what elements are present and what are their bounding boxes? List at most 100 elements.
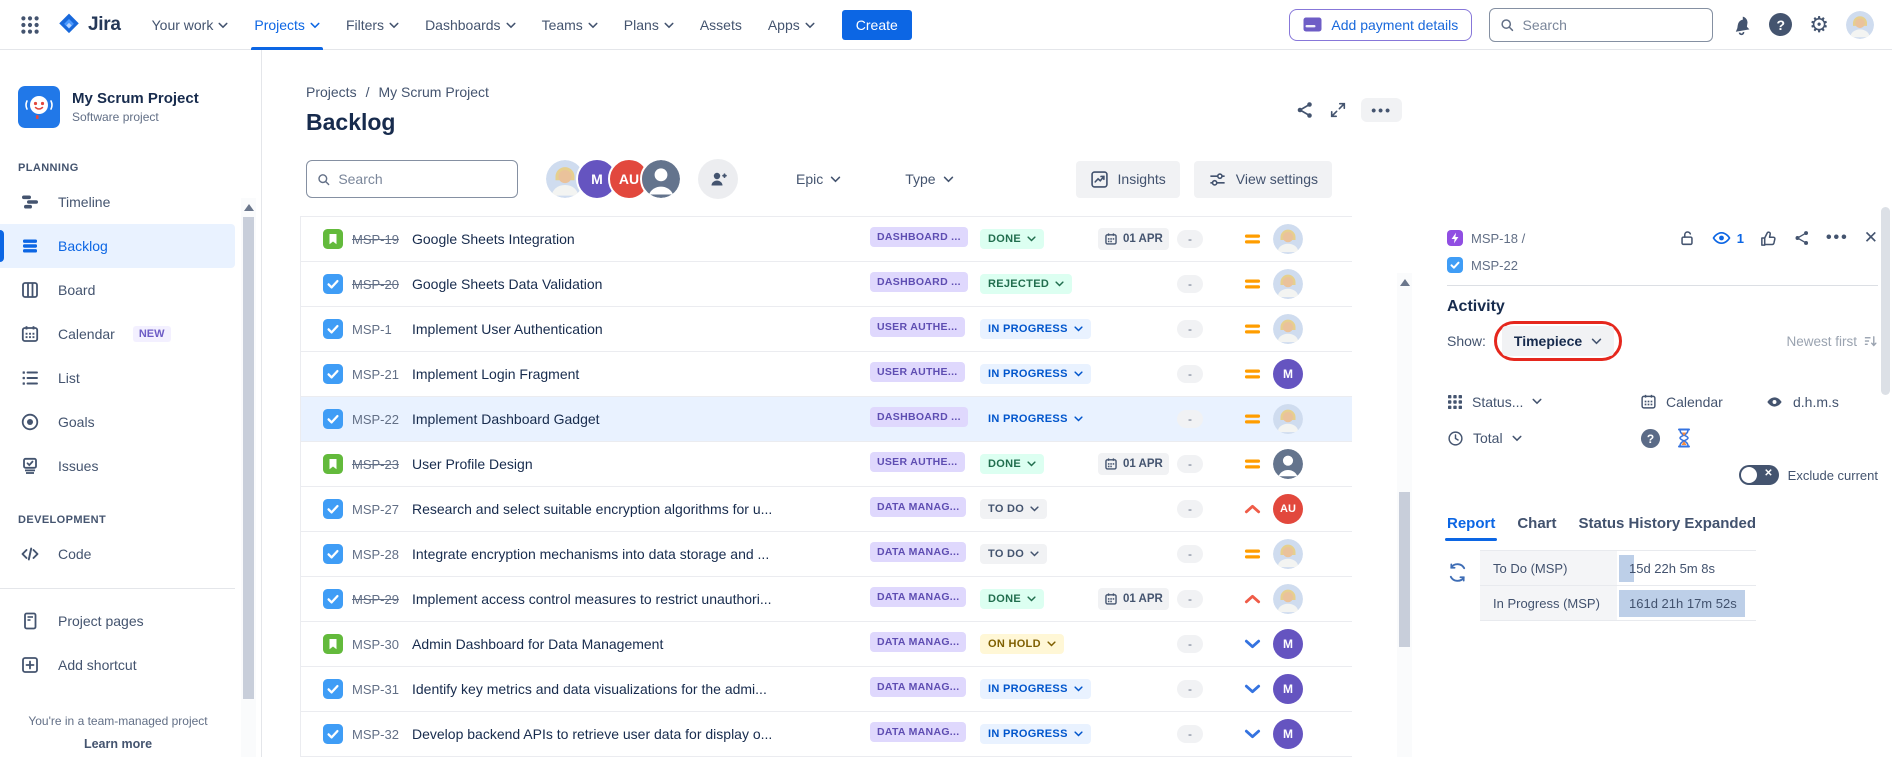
estimate-chip[interactable]: - (1177, 410, 1203, 428)
status-dropdown[interactable]: DONE (980, 454, 1044, 474)
backlog-row-msp-31[interactable]: MSP-31Identify key metrics and data visu… (301, 667, 1352, 712)
scrollbar-thumb[interactable] (243, 217, 254, 699)
photo-avatar[interactable] (1273, 584, 1303, 614)
avatar-m[interactable]: M (1273, 719, 1303, 749)
sidebar-item-timeline[interactable]: Timeline (0, 180, 235, 224)
sidebar-item-issues[interactable]: Issues (0, 444, 235, 488)
priority-high-icon[interactable] (1240, 593, 1264, 605)
epic-badge[interactable]: USER AUTHE... (870, 362, 965, 382)
timepiece-help-icon[interactable]: ? (1640, 428, 1661, 449)
status-dropdown[interactable]: IN PROGRESS (980, 679, 1091, 699)
sidebar-item-backlog[interactable]: Backlog (0, 224, 235, 268)
estimate-chip[interactable]: - (1177, 365, 1203, 383)
backlog-row-msp-32[interactable]: MSP-32Develop backend APIs to retrieve u… (301, 712, 1352, 757)
priority-medium-icon[interactable] (1240, 322, 1264, 336)
due-date-chip[interactable]: 01 APR (1098, 588, 1169, 610)
estimate-chip[interactable]: - (1177, 725, 1203, 743)
status-dropdown[interactable]: DONE (980, 229, 1044, 249)
issue-key[interactable]: MSP-22 (1471, 258, 1518, 273)
timepiece-dropdown[interactable]: Timepiece (1502, 326, 1614, 356)
backlog-row-msp-23[interactable]: MSP-23User Profile DesignUSER AUTHE...DO… (301, 442, 1352, 487)
sidebar-item-list[interactable]: List (0, 356, 235, 400)
estimate-chip[interactable]: - (1177, 320, 1203, 338)
estimate-chip[interactable]: - (1177, 590, 1203, 608)
add-payment-details-button[interactable]: Add payment details (1289, 9, 1472, 41)
epic-badge[interactable]: DATA MANAG... (870, 542, 966, 562)
status-dropdown[interactable]: ON HOLD (980, 634, 1064, 654)
jira-logo[interactable]: Jira (56, 12, 121, 38)
due-date-chip[interactable]: 01 APR (1098, 453, 1169, 475)
watch-eye-icon[interactable] (1711, 229, 1732, 247)
calendar-mode-button[interactable]: Calendar (1640, 393, 1765, 410)
epic-badge[interactable]: DATA MANAG... (870, 587, 966, 607)
priority-medium-icon[interactable] (1240, 367, 1264, 381)
sidebar-scrollbar[interactable] (241, 198, 256, 757)
photo-avatar[interactable] (1273, 404, 1303, 434)
epic-filter-dropdown[interactable]: Epic (796, 171, 841, 187)
status-dropdown[interactable]: REJECTED (980, 274, 1072, 294)
scrollbar-thumb[interactable] (1399, 492, 1410, 647)
status-dropdown[interactable]: IN PROGRESS (980, 724, 1091, 744)
user-avatar[interactable] (1846, 11, 1874, 39)
epic-badge[interactable]: DASHBOARD ... (870, 227, 968, 247)
share-icon[interactable] (1295, 100, 1315, 120)
epic-badge[interactable]: USER AUTHE... (870, 317, 965, 337)
epic-badge[interactable]: DATA MANAG... (870, 632, 966, 652)
share-icon[interactable] (1793, 229, 1811, 247)
epic-badge[interactable]: DASHBOARD ... (870, 407, 968, 427)
backlog-row-msp-21[interactable]: MSP-21Implement Login FragmentUSER AUTHE… (301, 352, 1352, 397)
insights-button[interactable]: Insights (1076, 161, 1180, 198)
backlog-row-msp-20[interactable]: MSP-20Google Sheets Data ValidationDASHB… (301, 262, 1352, 307)
backlog-row-msp-22[interactable]: MSP-22Implement Dashboard GadgetDASHBOAR… (301, 397, 1352, 442)
backlog-row-msp-1[interactable]: MSP-1Implement User AuthenticationUSER A… (301, 307, 1352, 352)
default-avatar[interactable] (1273, 449, 1303, 479)
avatar-m[interactable]: M (1273, 359, 1303, 389)
scroll-up-arrow[interactable] (244, 204, 254, 211)
project-header[interactable]: My Scrum Project Software project (0, 86, 235, 128)
status-dropdown[interactable]: TO DO (980, 544, 1047, 564)
global-search-input[interactable] (1523, 17, 1703, 33)
sidebar-item-goals[interactable]: Goals (0, 400, 235, 444)
status-filter-dropdown[interactable]: Status... (1447, 394, 1640, 410)
nav-item-plans[interactable]: Plans (613, 0, 685, 50)
status-dropdown[interactable]: DONE (980, 589, 1044, 609)
backlog-scrollbar[interactable] (1397, 273, 1412, 757)
sidebar-item-project-pages[interactable]: Project pages (0, 599, 235, 643)
estimate-chip[interactable]: - (1177, 275, 1203, 293)
sidebar-item-add-shortcut[interactable]: Add shortcut (0, 643, 235, 687)
exclude-current-toggle[interactable]: ✕ (1739, 465, 1779, 485)
view-settings-button[interactable]: View settings (1194, 161, 1332, 198)
create-button[interactable]: Create (842, 10, 912, 40)
priority-low-icon[interactable] (1240, 638, 1264, 650)
photo-avatar[interactable] (1273, 224, 1303, 254)
backlog-row-msp-30[interactable]: MSP-30Admin Dashboard for Data Managemen… (301, 622, 1352, 667)
photo-avatar[interactable] (1273, 314, 1303, 344)
app-switcher-icon[interactable] (14, 9, 46, 41)
tab-chart[interactable]: Chart (1517, 515, 1556, 541)
epic-badge[interactable]: DATA MANAG... (870, 677, 966, 697)
fullscreen-icon[interactable] (1329, 101, 1347, 119)
estimate-chip[interactable]: - (1177, 680, 1203, 698)
nav-item-apps[interactable]: Apps (757, 0, 826, 50)
close-icon[interactable]: ✕ (1864, 228, 1878, 248)
sidebar-item-calendar[interactable]: CalendarNEW (0, 312, 235, 356)
estimate-chip[interactable]: - (1177, 455, 1203, 473)
breadcrumb-project-name[interactable]: My Scrum Project (378, 84, 488, 100)
epic-badge[interactable]: DATA MANAG... (870, 722, 966, 742)
learn-more-link[interactable]: Learn more (0, 737, 236, 751)
priority-medium-icon[interactable] (1240, 232, 1264, 246)
sidebar-item-code[interactable]: Code (0, 532, 235, 576)
avatar-au[interactable]: AU (1273, 494, 1303, 524)
priority-low-icon[interactable] (1240, 683, 1264, 695)
tab-report[interactable]: Report (1447, 515, 1495, 541)
estimate-chip[interactable]: - (1177, 500, 1203, 518)
type-filter-dropdown[interactable]: Type (905, 171, 953, 187)
epic-badge[interactable]: DASHBOARD ... (870, 272, 968, 292)
estimate-chip[interactable]: - (1177, 545, 1203, 563)
priority-low-icon[interactable] (1240, 728, 1264, 740)
nav-item-your-work[interactable]: Your work (141, 0, 240, 50)
priority-medium-icon[interactable] (1240, 547, 1264, 561)
status-dropdown[interactable]: IN PROGRESS (980, 409, 1091, 429)
nav-item-assets[interactable]: Assets (689, 0, 753, 50)
backlog-search-input[interactable] (338, 171, 507, 187)
